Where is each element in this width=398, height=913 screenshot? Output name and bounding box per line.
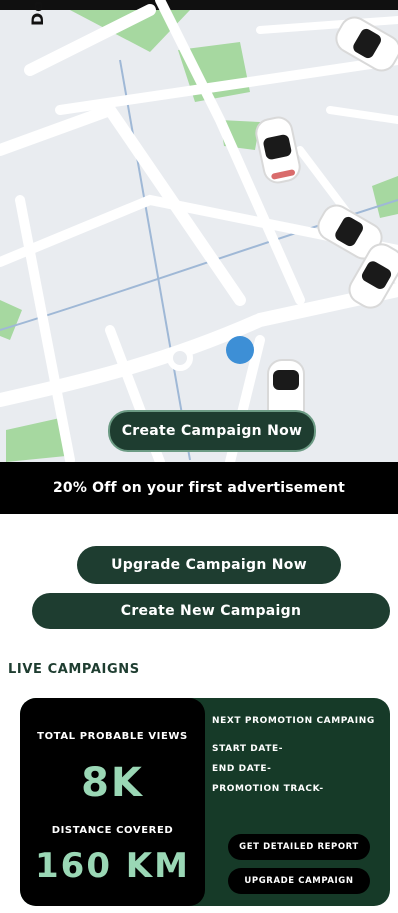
upgrade-campaign-now-button[interactable]: Upgrade Campaign Now <box>77 546 341 584</box>
upgrade-campaign-button[interactable]: UPGRADE CAMPAIGN <box>228 868 370 894</box>
campaign-info-panel: NEXT PROMOTION CAMPAING START DATE- END … <box>212 698 390 906</box>
total-views-value: 8K <box>81 760 144 806</box>
roundabout <box>167 345 193 371</box>
end-date-label: END DATE- <box>212 764 272 774</box>
distance-covered-label: DISTANCE COVERED <box>51 825 174 836</box>
park-area <box>372 176 398 218</box>
promo-banner: 20% Off on your first advertisement <box>0 462 398 514</box>
car-icon <box>255 116 301 184</box>
create-campaign-now-button[interactable]: Create Campaign Now <box>108 410 316 452</box>
map-label: Do <box>28 0 47 26</box>
start-date-label: START DATE- <box>212 744 284 754</box>
live-campaigns-heading: LIVE CAMPAIGNS <box>8 662 140 677</box>
get-detailed-report-button[interactable]: GET DETAILED REPORT <box>228 834 370 860</box>
create-new-campaign-button[interactable]: Create New Campaign <box>32 593 390 629</box>
campaign-stats-panel: TOTAL PROBABLE VIEWS 8K DISTANCE COVERED… <box>20 698 205 906</box>
live-campaign-card: TOTAL PROBABLE VIEWS 8K DISTANCE COVERED… <box>20 698 390 906</box>
current-location-icon <box>226 336 254 364</box>
next-promotion-label: NEXT PROMOTION CAMPAING <box>212 716 375 726</box>
distance-covered-value: 160 KM <box>35 846 190 886</box>
map-view[interactable]: Do Create Campaign Now <box>0 0 398 462</box>
promotion-track-label: PROMOTION TRACK- <box>212 784 324 794</box>
total-views-label: TOTAL PROBABLE VIEWS <box>37 731 188 742</box>
park-area <box>0 300 22 340</box>
park-area <box>6 418 66 462</box>
map-roads <box>0 0 398 462</box>
